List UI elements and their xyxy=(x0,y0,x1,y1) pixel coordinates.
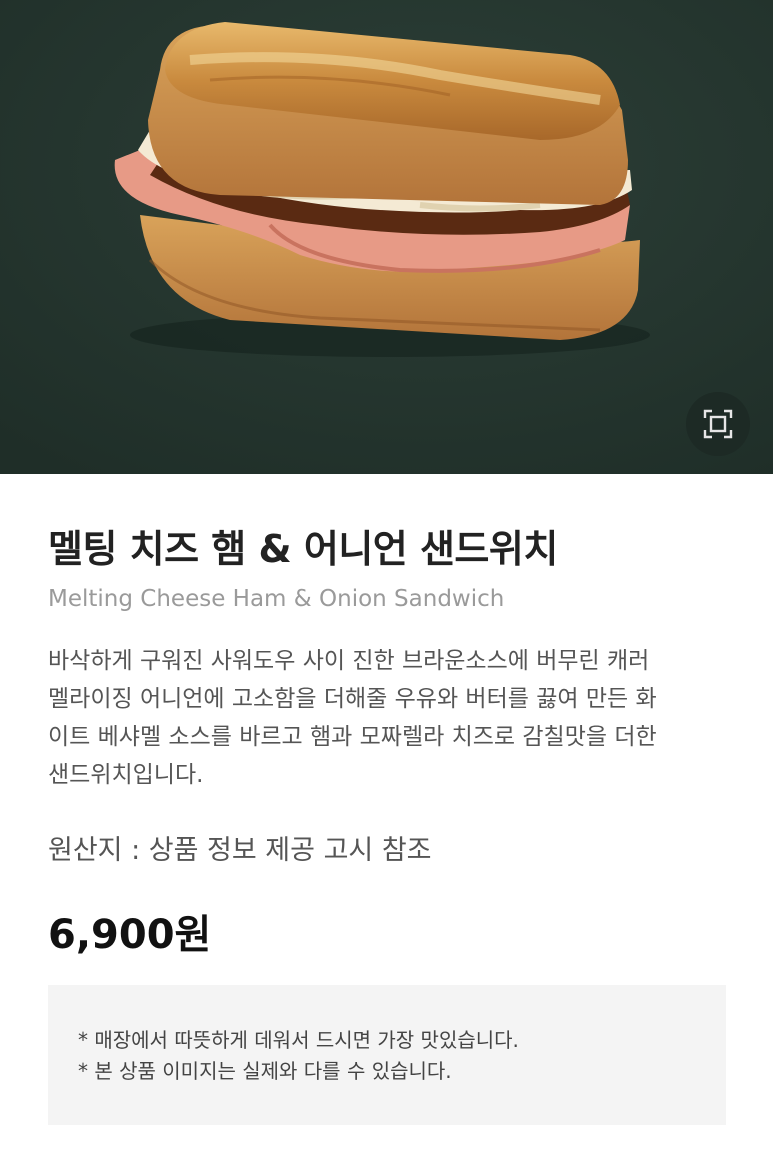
description-line: 바삭하게 구워진 사워도우 사이 진한 브라운소스에 버무린 캐러 xyxy=(48,648,650,674)
origin-info: 원산지 : 상품 정보 제공 고시 참조 xyxy=(48,835,432,866)
product-description: 바삭하게 구워진 사워도우 사이 진한 브라운소스에 버무린 캐러 멜라이징 어… xyxy=(48,642,728,794)
notice-line: * 본 상품 이미지는 실제와 다를 수 있습니다. xyxy=(78,1059,452,1083)
description-line: 샌드위치입니다. xyxy=(48,762,204,788)
product-price: 6,900원 xyxy=(48,912,212,958)
notice-line: * 매장에서 따뜻하게 데워서 드시면 가장 맛있습니다. xyxy=(78,1028,519,1052)
description-line: 멜라이징 어니언에 고소함을 더해줄 우유와 버터를 끓여 만든 화 xyxy=(48,686,657,712)
product-image-area xyxy=(0,0,773,474)
expand-frame-icon xyxy=(703,409,733,439)
description-line: 이트 베샤멜 소스를 바르고 햄과 모짜렐라 치즈로 감칠맛을 더한 xyxy=(48,724,657,750)
zoom-button[interactable] xyxy=(686,392,750,456)
product-title: 멜팅 치즈 햄 & 어니언 샌드위치 xyxy=(48,527,558,571)
product-english-name: Melting Cheese Ham & Onion Sandwich xyxy=(48,586,505,612)
notice-box: * 매장에서 따뜻하게 데워서 드시면 가장 맛있습니다. * 본 상품 이미지… xyxy=(48,985,726,1125)
sandwich-image xyxy=(0,0,773,474)
